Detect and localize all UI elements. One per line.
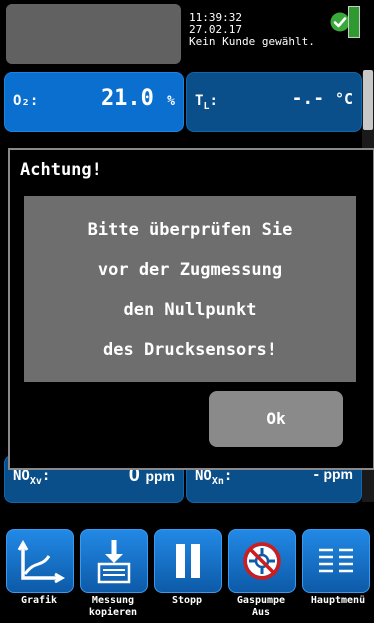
- pause-icon: [176, 544, 200, 578]
- check-circle-icon: [330, 12, 350, 32]
- tl-value: -.-: [291, 88, 325, 109]
- tile-o2[interactable]: O₂: 21.0 %: [4, 72, 184, 132]
- no-xv-label-suffix: :: [41, 468, 51, 484]
- pump-off-icon: [243, 542, 281, 580]
- customer-status: Kein Kunde gewählt.: [189, 35, 315, 48]
- battery-icon: [348, 6, 360, 38]
- tl-value-group: -.- °C: [292, 88, 353, 109]
- stopp-label: Stopp: [171, 595, 203, 606]
- stopp-button[interactable]: [154, 529, 222, 593]
- tile-tl[interactable]: TL: -.- °C: [186, 72, 362, 132]
- dialog-message-line: des Drucksensors!: [103, 340, 277, 360]
- no-xn-label-sub: Xn: [211, 475, 224, 487]
- warning-dialog: Achtung! Bitte überprüfen Sie vor der Zu…: [8, 148, 374, 470]
- grafik-label: Grafik: [20, 595, 58, 606]
- no-xv-label-sub: Xv: [29, 475, 42, 487]
- hauptmenue-button[interactable]: [302, 529, 370, 593]
- hauptmenue-label: Hauptmenü: [310, 595, 366, 606]
- messung-kopieren-label: Messung kopieren: [88, 595, 138, 618]
- header-info: 11:39:32 27.02.17 Kein Kunde gewählt.: [189, 12, 315, 48]
- dialog-message-box: Bitte überprüfen Sie vor der Zugmessung …: [24, 196, 356, 382]
- chart-icon: [17, 539, 66, 584]
- dialog-message-line: vor der Zugmessung: [97, 260, 283, 280]
- copy-download-icon: [97, 540, 131, 584]
- scrollbar-thumb[interactable]: [363, 70, 373, 130]
- no-xv-label: NO: [13, 468, 30, 484]
- o2-value: 21.0: [100, 86, 154, 111]
- grafik-button[interactable]: [6, 529, 74, 593]
- dialog-message-line: den Nullpunkt: [123, 300, 257, 320]
- o2-label: O₂:: [13, 93, 39, 109]
- header-left-panel: [6, 4, 181, 64]
- tl-unit: °C: [334, 90, 353, 108]
- ok-button[interactable]: Ok: [209, 391, 343, 447]
- gaspumpe-aus-button[interactable]: [228, 529, 296, 593]
- messung-kopieren-button[interactable]: [80, 529, 148, 593]
- o2-unit: %: [167, 94, 175, 109]
- dialog-message-line: Bitte überprüfen Sie: [87, 220, 293, 240]
- tl-label-group: TL:: [195, 93, 218, 112]
- menu-icon: [319, 548, 353, 573]
- o2-value-group: 21.0 %: [101, 86, 175, 111]
- tl-label-suffix: :: [209, 93, 218, 109]
- no-xn-label-suffix: :: [223, 468, 233, 484]
- no-xn-label: NO: [195, 468, 212, 484]
- no-xv-label-group: NOXv:: [13, 468, 50, 487]
- no-xn-label-group: NOXn:: [195, 468, 232, 487]
- no-xv-unit: ppm: [145, 468, 175, 484]
- dialog-title: Achtung!: [20, 160, 102, 180]
- gaspumpe-aus-label: Gaspumpe Aus: [236, 595, 286, 618]
